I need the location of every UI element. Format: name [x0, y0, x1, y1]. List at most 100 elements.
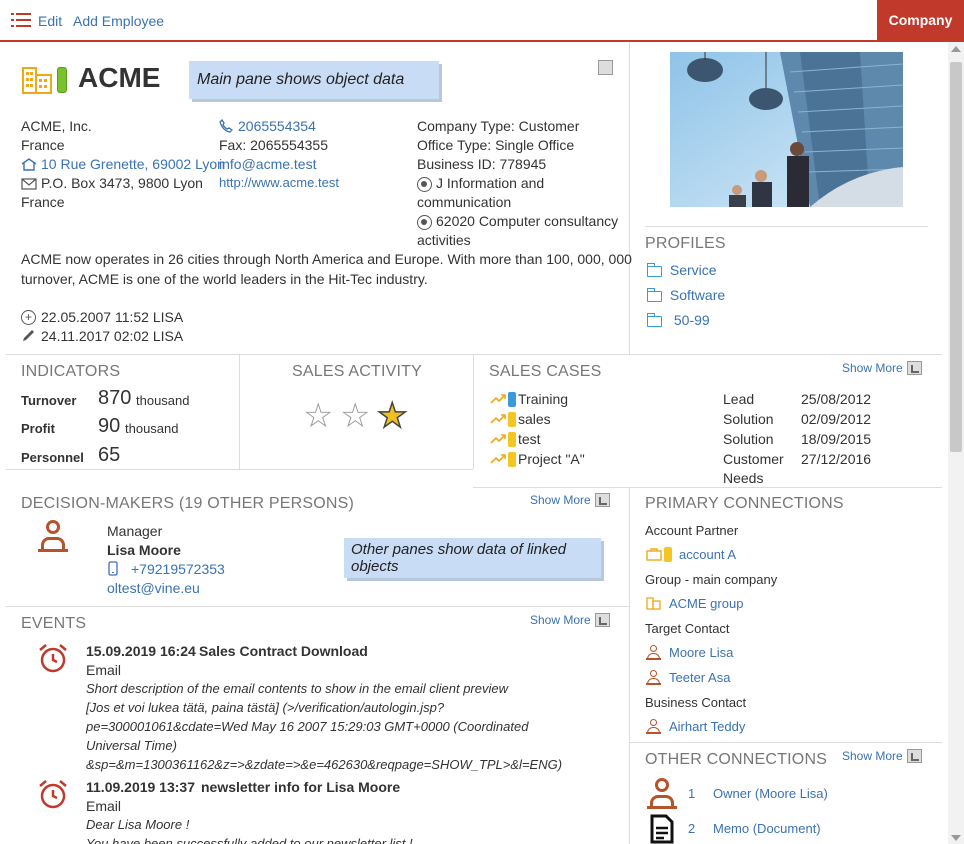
status-pill-icon	[508, 412, 516, 427]
event-subject[interactable]: Sales Contract Download	[199, 643, 368, 659]
info-note: Main pane shows object data	[189, 61, 439, 99]
other-connection-num[interactable]: 1	[688, 786, 695, 801]
sales-case-date: 02/09/2012	[801, 411, 872, 427]
profile-item[interactable]: Service	[646, 262, 717, 278]
indicators-title: INDICATORS	[21, 363, 121, 380]
add-employee-link[interactable]: Add Employee	[73, 13, 164, 29]
event-subject[interactable]: newsletter info for Lisa Moore	[201, 779, 400, 795]
street-address-link[interactable]: 10 Rue Grenette, 69002 Lyon	[41, 156, 225, 172]
profile-item[interactable]: 50-99	[646, 312, 710, 328]
company-name: ACME, Inc.	[21, 118, 92, 134]
sales-case-row[interactable]: Project "A"	[490, 451, 620, 469]
other-connection-link[interactable]: Owner (Moore Lisa)	[713, 786, 828, 801]
indicator-value: 90	[98, 415, 121, 437]
top-toolbar: Edit Add Employee Company	[0, 0, 964, 42]
person-icon	[647, 778, 677, 810]
sales-case-date: 27/12/2016	[801, 451, 872, 467]
event-type: Email	[86, 662, 122, 678]
person-icon	[646, 670, 661, 685]
email-link[interactable]: info@acme.test	[219, 156, 316, 172]
info-note: Other panes show data of linked objects	[344, 538, 601, 578]
show-more-icon	[594, 493, 610, 507]
industry-icon	[417, 177, 432, 192]
dm-name[interactable]: Lisa Moore	[107, 542, 181, 558]
event-body-line: You have been successfully added to our …	[86, 836, 413, 844]
business-id: Business ID: 778945	[417, 156, 547, 172]
indicator-value: 65	[98, 444, 121, 466]
person-icon	[646, 645, 661, 660]
sales-case-status-cont: Needs	[723, 470, 764, 486]
modified-date: 24.11.2017 02:02 LISA	[41, 328, 184, 344]
company-tab[interactable]: Company	[877, 0, 964, 40]
scroll-down-icon[interactable]	[951, 835, 961, 841]
sales-cases-show-more[interactable]: Show More	[842, 361, 922, 375]
industry-1: J Information and	[436, 175, 545, 191]
folder-icon	[646, 262, 662, 277]
phone-icon	[219, 119, 233, 133]
event-body-line: Dear Lisa Moore !	[86, 817, 190, 832]
group-link[interactable]: ACME group	[669, 596, 743, 611]
sales-case-row[interactable]: sales	[490, 411, 620, 429]
connection-label: Business Contact	[645, 695, 747, 710]
sales-case-row[interactable]: test	[490, 431, 620, 449]
dm-phone-link[interactable]: +79219572353	[131, 561, 225, 577]
star-icon: ☆	[340, 397, 371, 435]
expand-icon[interactable]	[598, 60, 613, 75]
status-pill-icon	[664, 547, 672, 562]
target-contact-link[interactable]: Teeter Asa	[669, 670, 730, 685]
created-icon: +	[21, 310, 36, 325]
other-connections-show-more[interactable]: Show More	[842, 749, 922, 763]
scrollbar[interactable]	[948, 42, 964, 844]
divider	[473, 355, 474, 469]
mobile-icon	[108, 561, 118, 576]
page-title: ACME	[78, 62, 161, 93]
sales-case-status: Solution	[723, 411, 774, 427]
event-body-line: pe=300001061&cdate=Wed May 16 2007 15:29…	[86, 719, 529, 734]
event-body-line: [Jos et voi lukea tätä, paina tästä] (>/…	[86, 700, 445, 715]
sales-case-row[interactable]: Training	[490, 391, 620, 409]
sales-case-status: Lead	[723, 391, 755, 407]
profiles-title: PROFILES	[645, 235, 726, 252]
company-icon	[646, 597, 661, 610]
profile-item[interactable]: Software	[646, 287, 725, 303]
indicator-value: 870	[98, 387, 132, 409]
other-connection-num[interactable]: 2	[688, 821, 695, 836]
other-connection-link[interactable]: Memo (Document)	[713, 821, 821, 836]
show-more-icon	[906, 749, 922, 763]
scroll-up-icon[interactable]	[951, 46, 961, 52]
connection-label: Target Contact	[645, 621, 730, 636]
dm-email-link[interactable]: oltest@vine.eu	[107, 580, 200, 596]
indicator-unit: thousand	[125, 421, 179, 436]
folder-icon	[646, 312, 662, 327]
decision-makers-show-more[interactable]: Show More	[530, 493, 610, 507]
website-link[interactable]: http://www.acme.test	[219, 175, 339, 190]
trend-icon	[490, 454, 506, 464]
divider	[629, 742, 942, 743]
star-icon: ★	[376, 397, 408, 435]
divider	[239, 355, 240, 469]
edit-link[interactable]: Edit	[38, 13, 62, 29]
phone-link[interactable]: 2065554354	[238, 118, 316, 134]
po-country: France	[21, 194, 65, 210]
company-icon	[22, 67, 52, 94]
menu-icon[interactable]	[11, 13, 31, 27]
scrollbar-thumb[interactable]	[950, 62, 962, 452]
sales-case-status: Solution	[723, 431, 774, 447]
divider	[629, 42, 630, 354]
indicator-label: Profit	[21, 421, 55, 436]
description-line: ACME now operates in 26 cities through N…	[21, 251, 632, 267]
country: France	[21, 137, 65, 153]
account-partner-link[interactable]: account A	[679, 547, 736, 562]
created-date: 22.05.2007 11:52 LISA	[41, 309, 184, 325]
status-indicator-icon	[57, 67, 67, 93]
business-contact-link[interactable]: Airhart Teddy	[669, 719, 745, 734]
target-contact-link[interactable]: Moore Lisa	[669, 645, 733, 660]
trend-icon	[490, 434, 506, 444]
description-line: turnover, ACME is one of the world leade…	[21, 271, 428, 287]
event-datetime: 11.09.2019 13:37	[86, 779, 195, 795]
trend-icon	[490, 414, 506, 424]
industry-icon	[417, 215, 432, 230]
primary-connections-title: PRIMARY CONNECTIONS	[645, 495, 844, 512]
events-show-more[interactable]: Show More	[530, 613, 610, 627]
event-body-line: Universal Time)	[86, 738, 177, 753]
